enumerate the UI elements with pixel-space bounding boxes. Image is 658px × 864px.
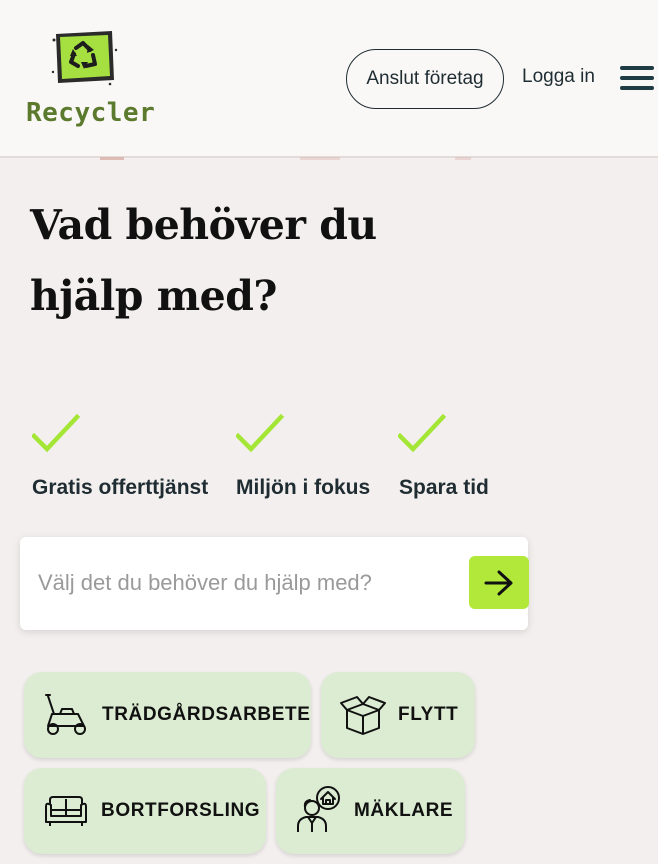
check-icon bbox=[396, 413, 447, 453]
hamburger-menu-icon[interactable] bbox=[620, 66, 654, 92]
page-headline: Vad behöver du hjälp med? bbox=[30, 190, 630, 332]
service-search-input[interactable] bbox=[38, 563, 458, 603]
feature-label: Gratis offerttjänst bbox=[32, 476, 209, 499]
hero-image-edge bbox=[300, 157, 340, 160]
category-real-estate-agent[interactable]: MÄKLARE bbox=[276, 768, 465, 854]
feature-free-quotes: Gratis offerttjänst bbox=[30, 412, 208, 499]
headline-line-2: hjälp med? bbox=[30, 272, 277, 320]
feature-save-time: Spara tid bbox=[396, 412, 489, 499]
lawnmower-icon bbox=[45, 694, 86, 735]
connect-company-button[interactable]: Anslut företag bbox=[346, 49, 504, 109]
login-link[interactable]: Logga in bbox=[522, 66, 595, 88]
realtor-icon bbox=[297, 786, 340, 832]
search-submit-button[interactable] bbox=[469, 556, 529, 609]
arrow-right-icon bbox=[484, 570, 513, 595]
category-label: MÄKLARE bbox=[354, 800, 454, 821]
feature-environment: Miljön i fokus bbox=[234, 412, 370, 499]
check-icon bbox=[234, 413, 285, 453]
recycler-logo[interactable]: Recycler bbox=[26, 26, 156, 138]
category-label: FLYTT bbox=[398, 704, 459, 725]
recycle-logo-icon bbox=[51, 31, 118, 86]
feature-label: Spara tid bbox=[399, 476, 489, 499]
hero-image-edge bbox=[455, 157, 471, 160]
service-search-box bbox=[20, 537, 529, 630]
feature-label: Miljön i fokus bbox=[236, 476, 371, 499]
box-icon bbox=[340, 696, 386, 735]
category-label: TRÄDGÅRDSARBETE bbox=[102, 704, 311, 725]
category-label: BORTFORSLING bbox=[101, 800, 261, 821]
logo-wordmark: Recycler bbox=[26, 98, 156, 128]
sofa-icon bbox=[45, 796, 87, 826]
category-moving[interactable]: FLYTT bbox=[321, 672, 475, 758]
site-header: Recycler Anslut företag Logga in bbox=[0, 0, 658, 158]
headline-line-1: Vad behöver du bbox=[30, 201, 377, 249]
check-icon bbox=[30, 413, 81, 453]
category-garden-work[interactable]: TRÄDGÅRDSARBETE bbox=[24, 672, 311, 758]
category-removal[interactable]: BORTFORSLING bbox=[24, 768, 266, 854]
hero-image-edge bbox=[100, 157, 124, 160]
